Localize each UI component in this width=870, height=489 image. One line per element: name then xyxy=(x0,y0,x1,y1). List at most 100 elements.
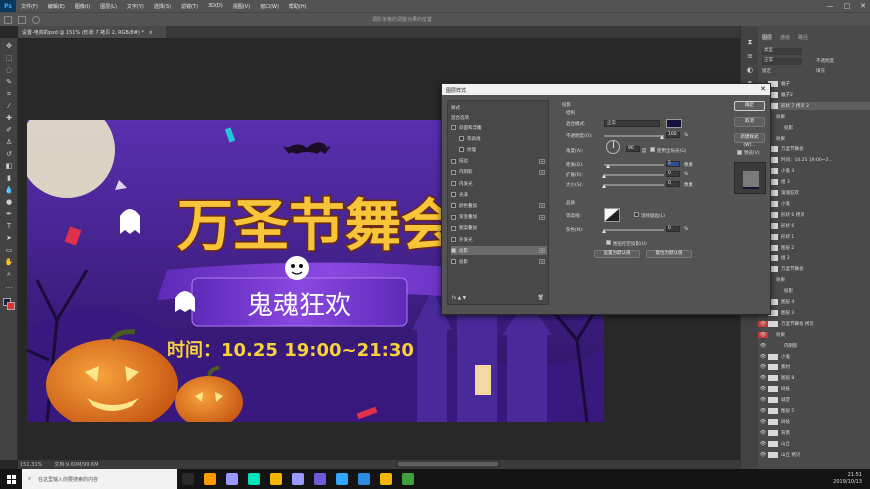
eyedropper-tool-icon[interactable]: ⁄ xyxy=(4,102,14,111)
layer-row[interactable]: 👁 树枝 xyxy=(758,385,870,393)
style-item[interactable]: 图案叠加 xyxy=(451,224,547,233)
healing-tool-icon[interactable]: ✚ xyxy=(4,114,14,123)
layer-row[interactable]: 👁 山丘 xyxy=(758,440,870,448)
blend-mode-select[interactable]: 正常 xyxy=(604,120,660,127)
contour-picker[interactable] xyxy=(604,208,620,222)
tab-channels[interactable]: 通道 xyxy=(780,34,790,44)
menu-item-1[interactable]: 编辑(E) xyxy=(43,3,70,10)
layer-row[interactable]: 👁 树枝 xyxy=(758,418,870,426)
home-icon[interactable] xyxy=(4,16,12,24)
task-view-icon[interactable] xyxy=(182,473,194,485)
style-item[interactable]: 纹理 xyxy=(451,145,547,154)
menu-item-8[interactable]: 视图(V) xyxy=(228,3,255,10)
layer-row[interactable]: 👁效果 xyxy=(758,331,870,339)
style-checkbox[interactable] xyxy=(451,214,456,220)
layer-row[interactable]: 蝠子 xyxy=(758,80,870,88)
size-slider[interactable] xyxy=(604,184,664,186)
size-slider-knob[interactable] xyxy=(602,184,606,188)
history-brush-icon[interactable]: ↺ xyxy=(4,150,14,159)
menu-item-0[interactable]: 文件(F) xyxy=(16,3,43,10)
visibility-eye-icon[interactable]: 👁 xyxy=(758,320,768,327)
style-checkbox[interactable] xyxy=(451,125,456,130)
app-g-icon[interactable] xyxy=(402,473,414,485)
premiere-icon[interactable] xyxy=(292,473,304,485)
shadow-color-swatch[interactable] xyxy=(666,119,682,128)
crop-tool-icon[interactable]: ⌗ xyxy=(4,90,14,99)
style-checkbox[interactable] xyxy=(451,237,456,242)
visibility-eye-icon[interactable]: 👁 xyxy=(758,354,768,360)
layer-row[interactable]: 小鬼 3 xyxy=(758,167,870,175)
styles-header[interactable]: 样式 xyxy=(451,103,547,112)
style-item[interactable]: 描边 + xyxy=(451,157,547,166)
knockout-checkbox[interactable] xyxy=(606,240,611,245)
layer-row[interactable]: 👁形状 7 拷贝 2 xyxy=(758,101,870,110)
audition-icon[interactable] xyxy=(248,473,260,485)
move-tool-icon[interactable]: ✥ xyxy=(4,42,14,51)
layer-row[interactable]: 时间：10.25 19:00~2... xyxy=(758,156,870,164)
history-icon[interactable]: ⧗ xyxy=(745,38,755,47)
layer-row[interactable]: 👁图层 4 xyxy=(758,298,870,306)
distance-value[interactable]: 5 xyxy=(666,161,680,167)
minimize-button[interactable]: — xyxy=(827,2,834,10)
layer-row[interactable]: 小鬼 xyxy=(758,200,870,208)
style-item[interactable]: 投影 + xyxy=(451,246,547,256)
horizontal-scrollbar[interactable] xyxy=(398,462,498,466)
style-checkbox[interactable] xyxy=(451,225,456,231)
layer-row[interactable]: 图层 2 xyxy=(758,244,870,252)
add-style-icon[interactable]: + xyxy=(539,158,545,164)
start-button[interactable] xyxy=(0,469,22,489)
after-effects-icon[interactable] xyxy=(226,473,238,485)
layer-row[interactable]: 万圣节舞会 xyxy=(758,145,870,153)
layer-row[interactable]: 鬼魂狂欢 xyxy=(758,189,870,197)
visibility-eye-icon[interactable]: 👁 xyxy=(758,364,768,370)
menu-item-10[interactable]: 帮助(H) xyxy=(284,3,312,10)
menu-item-5[interactable]: 选择(S) xyxy=(149,3,176,10)
global-light-checkbox[interactable] xyxy=(650,147,655,152)
dialog-close-icon[interactable]: ✕ xyxy=(760,85,766,93)
chrome-2-icon[interactable] xyxy=(380,473,392,485)
angle-value[interactable]: 90 xyxy=(626,146,640,152)
type-tool-icon[interactable]: T xyxy=(4,222,14,231)
distance-slider[interactable] xyxy=(604,164,664,166)
illustrator-icon[interactable] xyxy=(204,473,216,485)
adjustments-icon[interactable]: ◐ xyxy=(745,66,755,75)
visibility-eye-icon[interactable]: 👁 xyxy=(758,452,768,458)
pen-tool-icon[interactable]: ✒ xyxy=(4,210,14,219)
style-checkbox[interactable] xyxy=(451,259,456,265)
shape-tool-icon[interactable]: ▭ xyxy=(4,246,14,255)
visibility-eye-icon[interactable]: 👁 xyxy=(758,343,768,349)
visibility-eye-icon[interactable]: 👁 xyxy=(758,397,768,403)
style-item[interactable]: 等高线 xyxy=(451,134,547,143)
tab-close-icon[interactable]: × xyxy=(149,30,153,36)
layer-row[interactable]: 👁 素材 xyxy=(758,363,870,371)
gradient-tool-icon[interactable]: ▮ xyxy=(4,174,14,183)
stamp-tool-icon[interactable]: ♙ xyxy=(4,138,14,147)
menu-item-3[interactable]: 图层(L) xyxy=(95,3,122,10)
layer-blend-mode-select[interactable]: 正常 xyxy=(762,58,802,65)
layer-row[interactable]: 👁 背景 xyxy=(758,429,870,437)
style-item[interactable]: 内阴影 + xyxy=(451,168,547,177)
layer-row[interactable]: 👁效果 xyxy=(758,276,870,284)
close-button[interactable]: ✕ xyxy=(860,2,866,10)
lasso-tool-icon[interactable]: ◌ xyxy=(4,66,14,75)
noise-value[interactable]: 0 xyxy=(666,226,680,232)
spread-slider-knob[interactable] xyxy=(602,174,606,178)
taskbar-search-box[interactable]: ⌕ 在这里输入你要搜索的内容 xyxy=(22,469,177,489)
style-checkbox[interactable] xyxy=(451,192,456,198)
add-style-icon[interactable]: + xyxy=(539,203,545,209)
style-item[interactable]: 内发光 xyxy=(451,179,547,188)
reset-default-button[interactable]: 复位为默认值 xyxy=(646,250,692,258)
layer-row[interactable]: 组 2 xyxy=(758,254,870,262)
visibility-eye-icon[interactable]: 👁 xyxy=(758,386,768,392)
quick-select-icon[interactable]: ✎ xyxy=(4,78,14,87)
menu-item-6[interactable]: 滤镜(T) xyxy=(176,3,203,10)
brush-tool-icon[interactable]: ✐ xyxy=(4,126,14,135)
layer-row[interactable]: 👁万圣节舞会 xyxy=(758,265,870,273)
layer-row[interactable]: 👁 万圣节舞会 拷贝 xyxy=(758,320,870,328)
photoshop-icon[interactable] xyxy=(336,473,348,485)
menu-item-4[interactable]: 文字(Y) xyxy=(122,3,149,10)
menu-item-7[interactable]: 3D(D) xyxy=(203,3,228,10)
style-checkbox[interactable] xyxy=(451,203,456,209)
noise-slider-knob[interactable] xyxy=(602,229,606,233)
delete-style-icon[interactable]: 🗑 xyxy=(538,295,544,301)
